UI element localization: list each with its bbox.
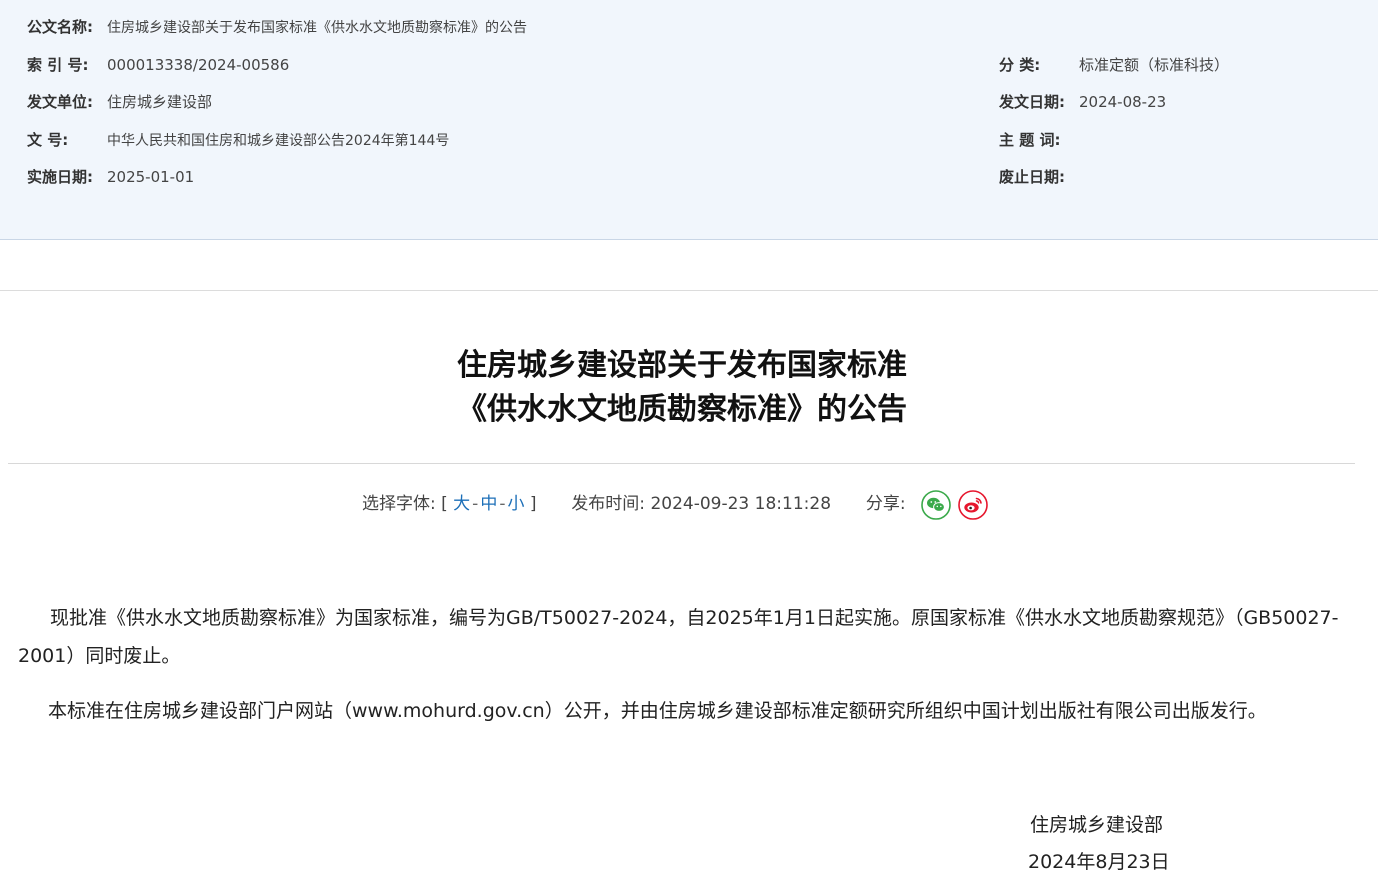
font-size-label: 选择字体: [: [362, 494, 448, 514]
meta-row-name: 公文名称: 住房城乡建设部关于发布国家标准《供水水文地质勘察标准》的公告: [27, 15, 527, 39]
meta-row-keywords: 主 题 词:: [999, 128, 1079, 152]
font-size-separator: -: [499, 494, 506, 514]
meta-row-doc-no: 文 号: 中华人民共和国住房和城乡建设部公告2024年第144号: [27, 128, 449, 152]
meta-effective-label: 实施日期:: [27, 168, 93, 186]
meta-name-value: 住房城乡建设部关于发布国家标准《供水水文地质勘察标准》的公告: [107, 20, 527, 36]
article-paragraph-1: 现批准《供水水文地质勘察标准》为国家标准，编号为GB/T50027-2024，自…: [18, 607, 1339, 667]
meta-row-abolish: 废止日期:: [999, 165, 1079, 189]
signature-organization: 住房城乡建设部: [1030, 814, 1164, 836]
meta-category-value: 标准定额（标准科技）: [1079, 56, 1230, 74]
publish-time-label: 发布时间:: [571, 494, 646, 514]
meta-keywords-label: 主 题 词:: [999, 131, 1061, 149]
wechat-share-icon[interactable]: [921, 490, 951, 520]
font-size-small-link[interactable]: 小: [507, 494, 524, 514]
meta-name-label: 公文名称:: [27, 18, 93, 36]
meta-row-issuer: 发文单位: 住房城乡建设部: [27, 90, 212, 114]
article-title-line-1: 住房城乡建设部关于发布国家标准: [457, 348, 907, 383]
meta-issuer-label: 发文单位:: [27, 93, 93, 111]
meta-doc-no-label: 文 号:: [27, 131, 69, 149]
document-meta-box: 公文名称: 住房城乡建设部关于发布国家标准《供水水文地质勘察标准》的公告 索 引 …: [0, 0, 1378, 240]
signature-date: 2024年8月23日: [1028, 851, 1170, 873]
meta-effective-value: 2025-01-01: [107, 168, 195, 186]
meta-row-index: 索 引 号: 000013338/2024-00586: [27, 53, 289, 77]
title-divider: [8, 463, 1355, 464]
section-divider: [0, 290, 1378, 291]
font-size-close-bracket: ]: [529, 494, 537, 514]
article-tools-bar: 选择字体: [ 大-中-小 ] 发布时间: 2024-09-23 18:11:2…: [362, 490, 989, 520]
font-size-medium-link[interactable]: 中: [480, 494, 497, 514]
article-title-line-2: 《供水水文地质勘察标准》的公告: [457, 392, 907, 427]
article-paragraph-2: 本标准在住房城乡建设部门户网站（www.mohurd.gov.cn）公开，并由住…: [48, 700, 1267, 722]
meta-index-label: 索 引 号:: [27, 56, 89, 74]
meta-issue-date-label: 发文日期:: [999, 93, 1065, 111]
weibo-share-icon[interactable]: [958, 490, 989, 520]
meta-issue-date-value: 2024-08-23: [1079, 93, 1167, 111]
meta-abolish-label: 废止日期:: [999, 168, 1065, 186]
meta-row-category: 分 类: 标准定额（标准科技）: [999, 53, 1229, 77]
meta-row-effective: 实施日期: 2025-01-01: [27, 165, 194, 189]
meta-row-issue-date: 发文日期: 2024-08-23: [999, 90, 1166, 114]
meta-index-value: 000013338/2024-00586: [107, 56, 290, 74]
share-label: 分享:: [865, 494, 906, 514]
font-size-large-link[interactable]: 大: [453, 494, 470, 514]
meta-issuer-value: 住房城乡建设部: [107, 93, 213, 111]
meta-doc-no-value: 中华人民共和国住房和城乡建设部公告2024年第144号: [107, 133, 450, 149]
meta-category-label: 分 类:: [999, 56, 1041, 74]
font-size-separator: -: [472, 494, 479, 514]
publish-time-value: 2024-09-23 18:11:28: [650, 494, 832, 514]
